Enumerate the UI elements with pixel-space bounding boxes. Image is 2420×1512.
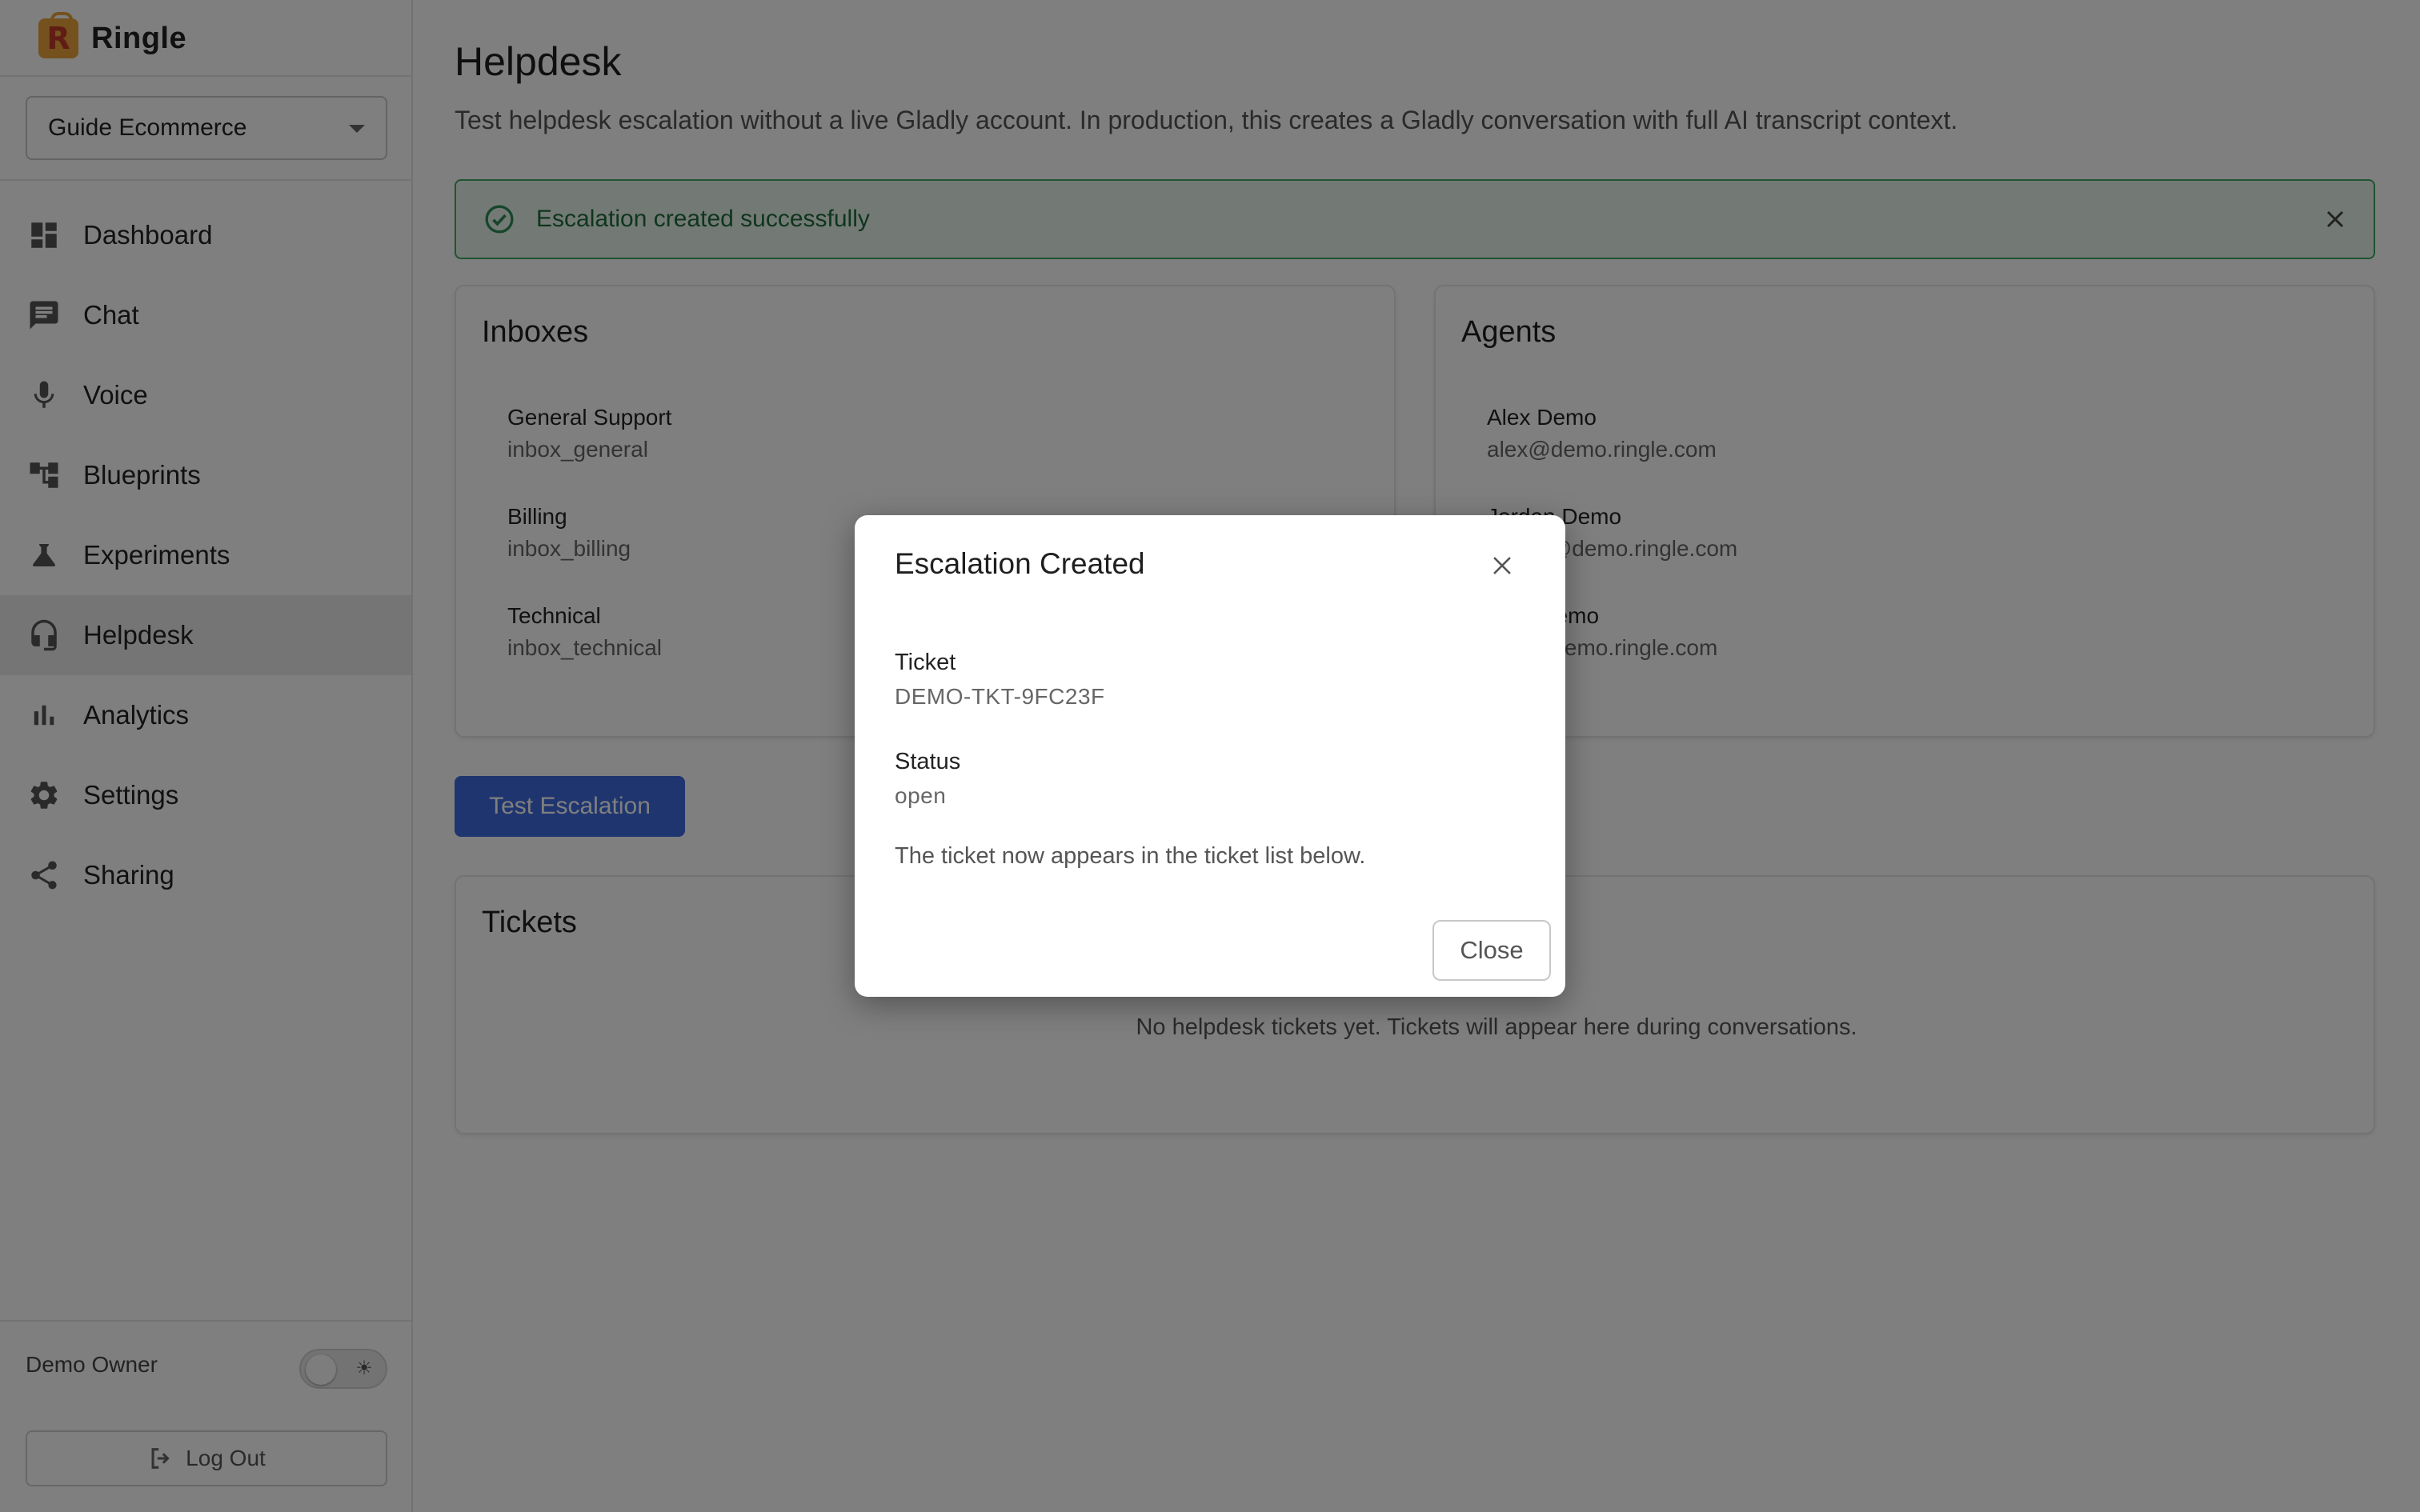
- status-label: Status: [895, 749, 961, 774]
- dialog-title: Escalation Created: [895, 547, 1145, 580]
- ticket-value: DEMO-TKT-9FC23F: [895, 684, 1105, 709]
- escalation-dialog: Escalation Created Ticket DEMO-TKT-9FC23…: [855, 515, 1565, 997]
- status-value: open: [895, 783, 947, 808]
- ticket-label: Ticket: [895, 650, 956, 675]
- dialog-note: The ticket now appears in the ticket lis…: [895, 843, 1366, 869]
- status-field: Status open: [895, 749, 960, 809]
- ticket-field: Ticket DEMO-TKT-9FC23F: [895, 650, 1105, 710]
- close-icon[interactable]: [1488, 552, 1516, 579]
- close-button[interactable]: Close: [1432, 920, 1551, 981]
